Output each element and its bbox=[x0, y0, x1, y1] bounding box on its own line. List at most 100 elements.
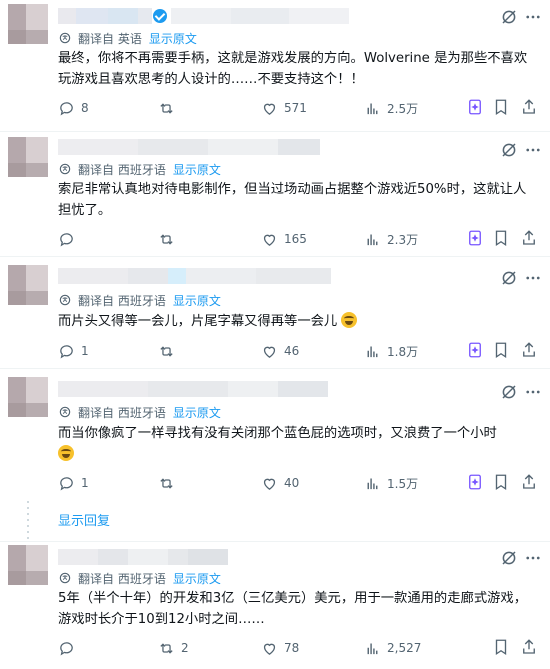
reply-post[interactable]: 翻译自 西班牙语 显示原文 而片头又得等一会儿，片尾字幕又得再等一会儿 1 46… bbox=[0, 257, 550, 369]
like-icon bbox=[263, 103, 276, 115]
sweat-smile-emoji-icon bbox=[58, 445, 74, 461]
post-text: 最终，你将不再需要手柄，这就是游戏发展的方向。Wolverine 是为那些不喜欢… bbox=[58, 51, 528, 87]
reply-post[interactable]: 翻译自 英语 显示原文 最终，你将不再需要手柄，这就是游戏发展的方向。Wolve… bbox=[0, 0, 550, 132]
translate-icon bbox=[59, 163, 71, 175]
more-options-icon[interactable] bbox=[524, 383, 542, 401]
views-button[interactable]: 2,527 bbox=[364, 638, 421, 658]
avatar[interactable] bbox=[8, 545, 48, 585]
grok-explain-icon[interactable] bbox=[466, 473, 484, 491]
laughing-emoji-icon bbox=[341, 312, 358, 328]
reply-icon bbox=[60, 101, 73, 116]
translation-note: 翻译自 西班牙语 显示原文 bbox=[58, 292, 221, 308]
more-options-icon[interactable] bbox=[524, 549, 542, 567]
analytics-icon bbox=[367, 346, 378, 357]
share-icon[interactable] bbox=[520, 341, 538, 359]
grok-icon[interactable] bbox=[500, 141, 518, 159]
share-icon[interactable] bbox=[520, 473, 538, 491]
reply-button[interactable]: 8 bbox=[58, 98, 89, 118]
show-original-link[interactable]: 显示原文 bbox=[173, 570, 221, 587]
repost-button[interactable]: 2 bbox=[158, 638, 189, 658]
avatar[interactable] bbox=[8, 137, 48, 177]
views-button[interactable]: 1.8万 bbox=[364, 341, 418, 361]
avatar[interactable] bbox=[8, 4, 48, 44]
reply-button[interactable]: 1 bbox=[58, 341, 89, 361]
repost-icon bbox=[160, 477, 173, 489]
post-text: 索尼非常认真地对待电影制作，但当过场动画占据整个游戏近50%时，这就让人担忧了。 bbox=[58, 182, 527, 218]
translate-icon bbox=[59, 572, 71, 584]
translation-note: 翻译自 西班牙语 显示原文 bbox=[58, 161, 221, 177]
repost-button[interactable] bbox=[158, 473, 181, 493]
share-icon[interactable] bbox=[520, 98, 538, 116]
show-original-link[interactable]: 显示原文 bbox=[173, 404, 221, 421]
share-icon[interactable] bbox=[520, 638, 538, 656]
like-button[interactable]: 40 bbox=[261, 473, 299, 493]
show-replies-link[interactable]: 显示回复 bbox=[58, 510, 110, 529]
grok-icon[interactable] bbox=[500, 549, 518, 567]
like-button[interactable]: 78 bbox=[261, 638, 299, 658]
views-button[interactable]: 2.3万 bbox=[364, 229, 418, 249]
grok-explain-icon[interactable] bbox=[466, 229, 484, 247]
grok-explain-icon[interactable] bbox=[466, 341, 484, 359]
like-button[interactable]: 46 bbox=[261, 341, 299, 361]
translate-icon bbox=[59, 32, 71, 44]
bookmark-icon[interactable] bbox=[492, 638, 510, 656]
reply-icon bbox=[60, 232, 73, 247]
reply-button[interactable] bbox=[58, 229, 81, 249]
translation-note: 翻译自 西班牙语 显示原文 bbox=[58, 570, 221, 586]
action-bar: 1 46 1.8万 bbox=[58, 341, 535, 361]
post-text: 而当你像疯了一样寻找有没有关闭那个蓝色屁的选项时，又浪费了一个小时 bbox=[58, 423, 528, 465]
reply-post[interactable]: 翻译自 西班牙语 显示原文 索尼非常认真地对待电影制作，但当过场动画占据整个游戏… bbox=[0, 132, 550, 257]
author-name[interactable] bbox=[58, 8, 152, 24]
translate-icon bbox=[59, 294, 71, 306]
action-bar: 2 78 2,527 bbox=[58, 638, 535, 658]
show-original-link[interactable]: 显示原文 bbox=[173, 292, 221, 309]
share-icon[interactable] bbox=[520, 229, 538, 247]
reply-post[interactable]: 翻译自 西班牙语 显示原文 5年（半个十年）的开发和3亿（三亿美元）美元，用于一… bbox=[0, 541, 550, 669]
repost-icon bbox=[160, 102, 173, 114]
grok-explain-icon[interactable] bbox=[466, 98, 484, 116]
like-button[interactable]: 571 bbox=[261, 98, 307, 118]
bookmark-icon[interactable] bbox=[492, 229, 510, 247]
show-replies-row[interactable]: 显示回复 bbox=[0, 501, 550, 542]
action-bar: 165 2.3万 bbox=[58, 229, 535, 249]
like-button[interactable]: 165 bbox=[261, 229, 307, 249]
bookmark-icon[interactable] bbox=[492, 341, 510, 359]
translate-icon bbox=[59, 406, 71, 418]
avatar[interactable] bbox=[8, 265, 48, 305]
grok-icon[interactable] bbox=[500, 383, 518, 401]
bookmark-icon[interactable] bbox=[492, 98, 510, 116]
post-text-content: 而片头又得等一会儿，片尾字幕又得再等一会儿 bbox=[58, 314, 338, 329]
author-name[interactable] bbox=[58, 139, 320, 155]
avatar[interactable] bbox=[8, 377, 48, 417]
action-bar: 8 571 2.5万 bbox=[58, 98, 535, 118]
author-handle[interactable] bbox=[171, 8, 349, 24]
author-name[interactable] bbox=[58, 268, 331, 284]
more-options-icon[interactable] bbox=[524, 141, 542, 159]
repost-icon bbox=[160, 345, 173, 357]
post-text: 5年（半个十年）的开发和3亿（三亿美元）美元，用于一款通用的走廊式游戏，游戏时长… bbox=[58, 591, 528, 627]
show-original-link[interactable]: 显示原文 bbox=[173, 161, 221, 178]
like-icon bbox=[263, 643, 276, 655]
reply-post[interactable]: 翻译自 西班牙语 显示原文 而当你像疯了一样寻找有没有关闭那个蓝色屁的选项时，又… bbox=[0, 369, 550, 501]
translation-note: 翻译自 西班牙语 显示原文 bbox=[58, 404, 221, 420]
bookmark-icon[interactable] bbox=[492, 473, 510, 491]
action-bar: 1 40 1.5万 bbox=[58, 473, 535, 493]
views-button[interactable]: 1.5万 bbox=[364, 473, 418, 493]
repost-icon bbox=[160, 233, 173, 245]
reply-icon bbox=[60, 344, 73, 359]
more-options-icon[interactable] bbox=[524, 269, 542, 287]
post-text-content: 而当你像疯了一样寻找有没有关闭那个蓝色屁的选项时，又浪费了一个小时 bbox=[58, 426, 497, 441]
reply-button[interactable]: 1 bbox=[58, 473, 89, 493]
more-options-icon[interactable] bbox=[524, 8, 542, 26]
repost-button[interactable] bbox=[158, 98, 181, 118]
repost-button[interactable] bbox=[158, 229, 181, 249]
views-button[interactable]: 2.5万 bbox=[364, 98, 418, 118]
reply-button[interactable] bbox=[58, 638, 81, 658]
author-name[interactable] bbox=[58, 549, 228, 565]
repost-button[interactable] bbox=[158, 341, 181, 361]
grok-icon[interactable] bbox=[500, 269, 518, 287]
author-name[interactable] bbox=[58, 381, 328, 397]
grok-icon[interactable] bbox=[500, 8, 518, 26]
show-original-link[interactable]: 显示原文 bbox=[149, 30, 197, 47]
reply-icon bbox=[60, 476, 73, 491]
